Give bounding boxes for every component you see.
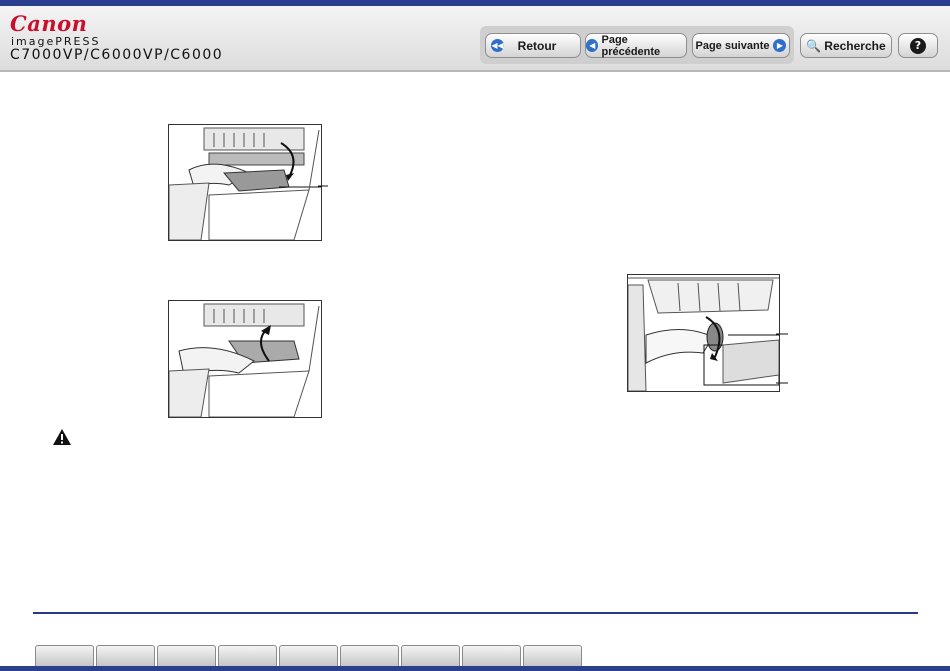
- bottom-tab-8[interactable]: [462, 645, 521, 666]
- bottom-tab-9[interactable]: [523, 645, 582, 666]
- printer-drawing-3: [627, 277, 780, 392]
- back-label: Retour: [517, 38, 557, 53]
- illustration-open-cover: [168, 124, 322, 241]
- model-name: C7000VP/C6000VP/C6000: [10, 47, 224, 63]
- bottom-tab-7[interactable]: [401, 645, 460, 666]
- previous-page-button[interactable]: ◀ Page précédente: [585, 33, 687, 58]
- previous-page-label: Page précédente: [601, 33, 661, 58]
- double-arrow-left-icon: ◀◀: [491, 39, 504, 52]
- arrow-left-icon: ◀: [586, 39, 599, 52]
- printer-drawing-1: [168, 127, 321, 241]
- back-button[interactable]: ◀◀ Retour: [485, 33, 581, 58]
- search-label: Recherche: [824, 38, 886, 53]
- callout-line-1: [318, 185, 328, 187]
- canon-logo: Canon: [10, 11, 88, 36]
- bottom-tab-3[interactable]: [157, 645, 216, 666]
- search-button[interactable]: 🔍 Recherche: [800, 33, 892, 58]
- illustration-turn-knob: [627, 274, 780, 392]
- bottom-tab-5[interactable]: [279, 645, 338, 666]
- arrow-right-icon: ▶: [773, 39, 787, 52]
- callout-lines-3: [776, 333, 788, 384]
- printer-drawing-2: [168, 303, 320, 418]
- bottom-tab-1[interactable]: [35, 645, 94, 666]
- help-button[interactable]: ?: [898, 33, 938, 58]
- footer-divider: [33, 612, 918, 614]
- magnifier-icon: 🔍: [806, 38, 822, 53]
- bottom-tab-2[interactable]: [96, 645, 155, 666]
- bottom-tab-4[interactable]: [218, 645, 277, 666]
- bottom-tab-6[interactable]: [340, 645, 399, 666]
- warning-triangle-icon: [53, 429, 71, 445]
- illustration-close-cover: [168, 300, 322, 418]
- next-page-label: Page suivante: [695, 39, 770, 52]
- next-page-button[interactable]: Page suivante ▶: [692, 33, 790, 58]
- bottom-accent-bar: [0, 666, 950, 671]
- question-icon: ?: [910, 37, 926, 54]
- bottom-tab-bar: [35, 645, 584, 667]
